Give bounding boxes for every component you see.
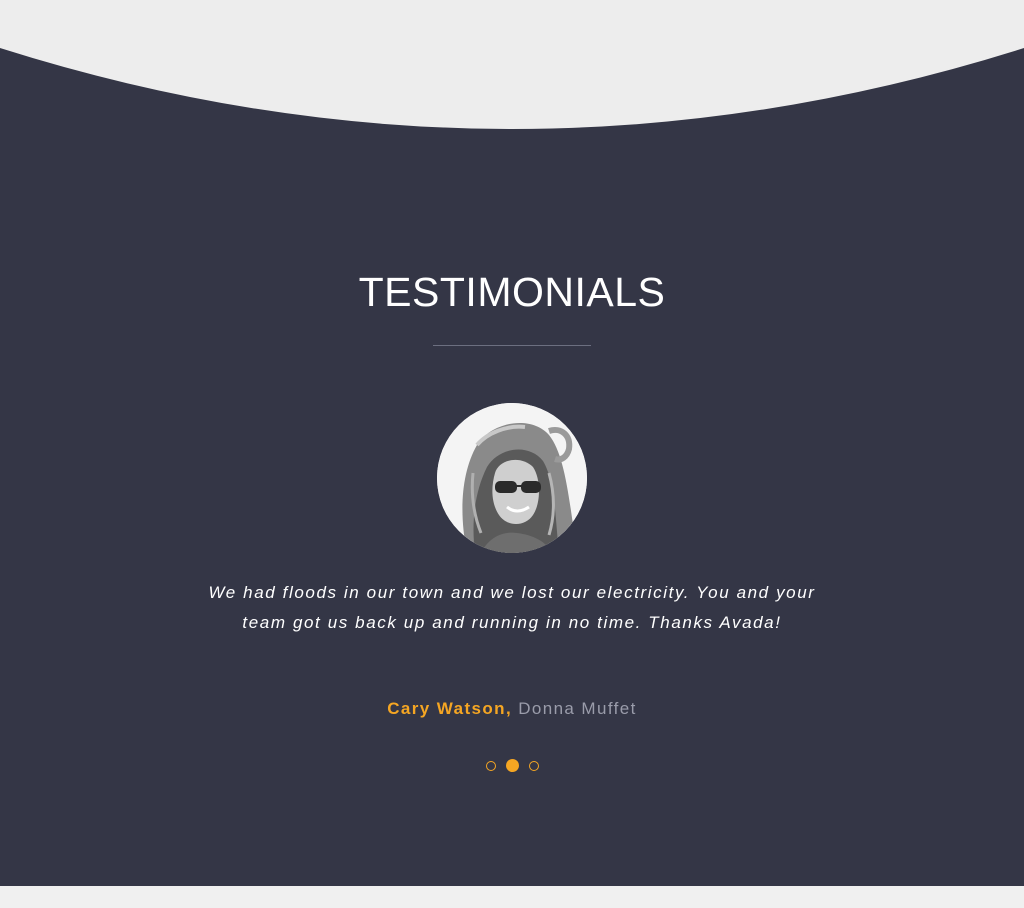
woman-with-sunglasses-photo-icon (437, 403, 587, 553)
pagination-dot-2[interactable] (505, 759, 519, 772)
pagination-dot-3[interactable] (528, 761, 539, 771)
avatar (437, 403, 587, 553)
author-name: Cary Watson (387, 699, 506, 718)
title-divider (433, 345, 591, 346)
section-title: TESTIMONIALS (358, 269, 666, 315)
author-company: Donna Muffet (518, 699, 637, 718)
testimonial-quote: We had floods in our town and we lost ou… (208, 583, 816, 632)
author-separator: , (505, 699, 519, 718)
bottom-band (0, 886, 1024, 908)
testimonial-author: Cary Watson, Donna Muffet (0, 697, 1024, 721)
page: TESTIMONIALS We had floods in our town a… (0, 0, 1024, 908)
slider-pagination (0, 759, 1024, 772)
pagination-dot-1[interactable] (485, 761, 496, 771)
section-top-curve (0, 0, 1024, 129)
testimonials-section: TESTIMONIALS We had floods in our town a… (0, 0, 1024, 886)
